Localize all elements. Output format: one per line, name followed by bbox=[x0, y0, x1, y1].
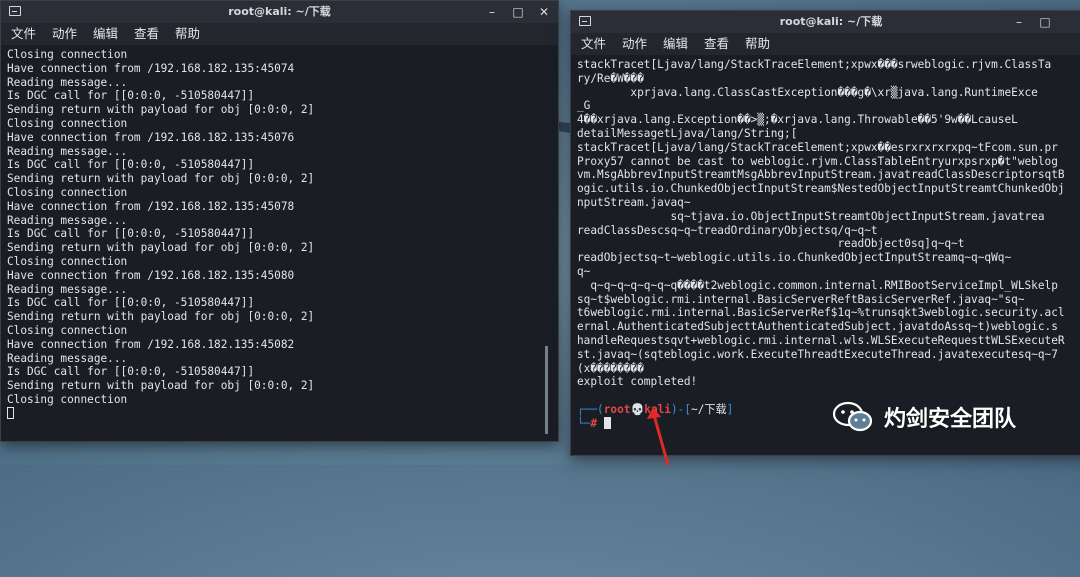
right-terminal-menubar: 文件 动作 编辑 查看 帮助 bbox=[571, 33, 1080, 55]
terminal-line: Is DGC call for [[0:0:0, -510580447]] bbox=[7, 89, 255, 103]
terminal-line: Reading message... bbox=[7, 351, 128, 365]
terminal-line: detailMessagetLjava/lang/String;[ bbox=[577, 126, 798, 140]
prompt-path: ~/下载 bbox=[691, 402, 727, 416]
skull-icon: 💀 bbox=[630, 402, 645, 416]
terminal-line: Proxy57 cannot be cast to weblogic.rjvm.… bbox=[577, 154, 1058, 168]
terminal-line: Is DGC call for [[0:0:0, -510580447]] bbox=[7, 158, 255, 172]
menu-action[interactable]: 动作 bbox=[52, 26, 77, 41]
terminal-line: Sending return with payload for obj [0:0… bbox=[7, 103, 315, 117]
terminal-cursor bbox=[7, 406, 14, 419]
terminal-line: Closing connection bbox=[7, 185, 128, 199]
terminal-line: Sending return with payload for obj [0:0… bbox=[7, 172, 315, 186]
minimize-button[interactable]: – bbox=[486, 1, 498, 23]
terminal-line: ogic.utils.io.ChunkedObjectInputStream$N… bbox=[577, 182, 1065, 196]
prompt-user: root bbox=[603, 402, 631, 416]
terminal-line: Closing connection bbox=[7, 323, 128, 337]
terminal-line: Have connection from /192.168.182.135:45… bbox=[7, 61, 295, 75]
terminal-line: q~ bbox=[577, 264, 591, 278]
terminal-icon bbox=[579, 16, 591, 26]
terminal-line: exploit completed! bbox=[577, 375, 698, 389]
right-terminal-titlebar[interactable]: root@kali: ~/下载 – □ bbox=[571, 11, 1080, 33]
menu-edit[interactable]: 编辑 bbox=[663, 36, 688, 51]
menu-view[interactable]: 查看 bbox=[134, 26, 159, 41]
left-terminal-output[interactable]: Closing connection Have connection from /… bbox=[1, 45, 558, 431]
prompt-bracket: ┌──( bbox=[577, 402, 604, 416]
prompt-hash: # bbox=[590, 416, 598, 430]
left-terminal-title: root@kali: ~/下载 bbox=[228, 5, 331, 18]
watermark: 灼剑安全团队 bbox=[832, 400, 1016, 434]
terminal-line: Have connection from /192.168.182.135:45… bbox=[7, 268, 295, 282]
terminal-line: ernal.AuthenticatedSubjecttAuthenticated… bbox=[577, 320, 1058, 334]
terminal-line: readObject0sq]q~q~t bbox=[577, 237, 965, 251]
menu-file[interactable]: 文件 bbox=[11, 26, 36, 41]
prompt-bracket: └─ bbox=[577, 416, 591, 430]
terminal-line: ry/Re�W��� bbox=[577, 71, 644, 85]
terminal-line: nputStream.javaq~ bbox=[577, 195, 691, 209]
terminal-line: Closing connection bbox=[7, 116, 128, 130]
terminal-line: Is DGC call for [[0:0:0, -510580447]] bbox=[7, 227, 255, 241]
terminal-line: Reading message... bbox=[7, 282, 128, 296]
left-terminal-scrollbar[interactable] bbox=[545, 346, 548, 434]
left-terminal-titlebar[interactable]: root@kali: ~/下载 – □ ✕ bbox=[1, 1, 558, 23]
right-terminal-output[interactable]: stackTracet[Ljava/lang/StackTraceElement… bbox=[571, 55, 1080, 447]
terminal-line: vm.MsgAbbrevInputStreamtMsgAbbrevInputSt… bbox=[577, 168, 1065, 182]
terminal-line: Is DGC call for [[0:0:0, -510580447]] bbox=[7, 365, 255, 379]
left-terminal-menubar: 文件 动作 编辑 查看 帮助 bbox=[1, 23, 558, 45]
menu-action[interactable]: 动作 bbox=[622, 36, 647, 51]
terminal-line: Have connection from /192.168.182.135:45… bbox=[7, 199, 295, 213]
terminal-line: Closing connection bbox=[7, 48, 128, 61]
terminal-line: Reading message... bbox=[7, 75, 128, 89]
terminal-line: sq~tjava.io.ObjectInputStreamtObjectInpu… bbox=[577, 209, 1045, 223]
menu-file[interactable]: 文件 bbox=[581, 36, 606, 51]
terminal-line: Have connection from /192.168.182.135:45… bbox=[7, 337, 295, 351]
maximize-button[interactable]: □ bbox=[512, 1, 524, 23]
menu-edit[interactable]: 编辑 bbox=[93, 26, 118, 41]
terminal-line: Sending return with payload for obj [0:0… bbox=[7, 310, 315, 324]
terminal-line: Sending return with payload for obj [0:0… bbox=[7, 241, 315, 255]
right-terminal-window[interactable]: root@kali: ~/下载 – □ 文件 动作 编辑 查看 帮助 stack… bbox=[570, 10, 1080, 456]
terminal-line: Reading message... bbox=[7, 213, 128, 227]
terminal-cursor bbox=[603, 416, 611, 429]
red-arrow-annotation bbox=[647, 407, 670, 466]
terminal-line: readClassDescsq~q~treadOrdinaryObjectsq/… bbox=[577, 223, 878, 237]
wechat-icon bbox=[832, 401, 873, 432]
terminal-line: t6weblogic.rmi.internal.BasicServerRef$1… bbox=[577, 306, 1065, 320]
right-terminal-title: root@kali: ~/下载 bbox=[779, 15, 883, 28]
terminal-line: Is DGC call for [[0:0:0, -510580447]] bbox=[7, 296, 255, 310]
watermark-text: 灼剑安全团队 bbox=[884, 407, 1017, 432]
menu-help[interactable]: 帮助 bbox=[745, 36, 770, 51]
terminal-line: readObjectsq~t~weblogic.utils.io.Chunked… bbox=[577, 251, 1012, 265]
cursor-line bbox=[7, 406, 552, 421]
terminal-line: Closing connection bbox=[7, 392, 128, 406]
terminal-line: (x�������� bbox=[577, 361, 644, 375]
terminal-line: Closing connection bbox=[7, 254, 128, 268]
terminal-line: st.javaq~(sqteblogic.work.ExecuteThreadt… bbox=[577, 347, 1058, 361]
prompt-bracket: ] bbox=[726, 402, 734, 416]
minimize-button[interactable]: – bbox=[1013, 11, 1025, 33]
terminal-line: handleRequestsqvt+weblogic.rmi.internal.… bbox=[577, 333, 1065, 347]
menu-view[interactable]: 查看 bbox=[704, 36, 729, 51]
terminal-line: sq~t$weblogic.rmi.internal.BasicServerRe… bbox=[577, 292, 1025, 306]
menu-help[interactable]: 帮助 bbox=[175, 26, 200, 41]
terminal-line: Have connection from /192.168.182.135:45… bbox=[7, 130, 295, 144]
terminal-icon bbox=[9, 6, 21, 16]
terminal-line: 4��xrjava.lang.Exception��>▒;�xrjava.lan… bbox=[577, 113, 1018, 127]
terminal-line: xprjava.lang.ClassCastException���g�\xr▒… bbox=[577, 85, 1038, 99]
close-button[interactable]: ✕ bbox=[538, 1, 550, 23]
terminal-line: stackTracet[Ljava/lang/StackTraceElement… bbox=[577, 58, 1052, 71]
terminal-line: _G bbox=[577, 99, 591, 113]
terminal-line: q~q~q~q~q~q~q����t2weblogic.common.inter… bbox=[577, 278, 1058, 292]
terminal-line: stackTracet[Ljava/lang/StackTraceElement… bbox=[577, 140, 1058, 154]
terminal-line: Sending return with payload for obj [0:0… bbox=[7, 379, 315, 393]
maximize-button[interactable]: □ bbox=[1039, 11, 1051, 33]
terminal-line: Reading message... bbox=[7, 144, 128, 158]
left-terminal-window[interactable]: root@kali: ~/下载 – □ ✕ 文件 动作 编辑 查看 帮助 Clo… bbox=[0, 0, 559, 442]
